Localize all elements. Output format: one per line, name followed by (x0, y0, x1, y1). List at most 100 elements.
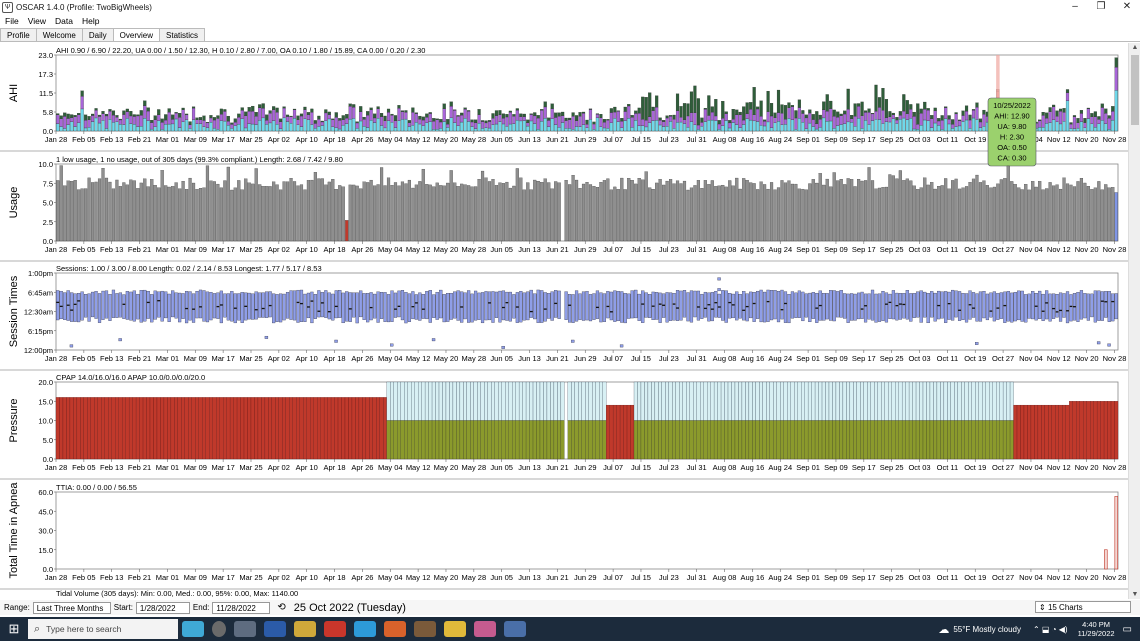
menu-file[interactable]: File (5, 16, 19, 26)
usage-bar (947, 188, 951, 242)
oscar-taskbar-icon[interactable] (504, 621, 526, 637)
tab-overview[interactable]: Overview (112, 28, 161, 41)
reset-icon[interactable]: ⟲ (277, 602, 285, 613)
ahi-oa-bar (376, 106, 380, 110)
ttia-xtick: Feb 05 (72, 573, 95, 582)
app-icon-pink[interactable] (474, 621, 496, 637)
ahi-h-bar (265, 120, 269, 125)
tab-profile[interactable]: Profile (0, 28, 37, 41)
sess-xtick: Aug 08 (713, 354, 737, 363)
menu-data[interactable]: Data (55, 16, 73, 26)
ahi-ua-bar (188, 128, 192, 132)
pressure-apap-range-bar (633, 381, 638, 421)
file-explorer-icon[interactable] (294, 621, 316, 637)
scroll-down-icon[interactable]: ▼ (1130, 591, 1140, 598)
usage-bar (1017, 187, 1021, 242)
ahi-h-bar (494, 115, 499, 125)
notification-icon[interactable]: ▭ (1123, 624, 1132, 635)
ahi-h-bar (122, 114, 126, 125)
session-bar (512, 294, 516, 319)
session-bar (787, 294, 791, 324)
pres-xtick: Feb 05 (72, 463, 95, 472)
tab-daily[interactable]: Daily (81, 28, 114, 41)
pressure-apap-min-bar (982, 420, 986, 460)
sess-xtick: Apr 26 (351, 354, 373, 363)
ahi-h-bar (139, 115, 143, 127)
task-view-icon[interactable] (234, 621, 256, 637)
session-bar (421, 294, 425, 319)
ahi-ua-bar (296, 124, 300, 132)
pressure-cpap-bar (612, 404, 617, 460)
app-icon-red[interactable] (324, 621, 346, 637)
chevron-down-icon: ⇕ (1039, 603, 1048, 612)
tab-statistics[interactable]: Statistics (159, 28, 206, 41)
session-gap (1111, 300, 1115, 303)
pressure-apap-range-bar (929, 381, 934, 421)
ahi-ua-bar (982, 126, 986, 132)
ahi-h-bar (1097, 119, 1101, 124)
vertical-scrollbar[interactable]: ▲ ▼ (1128, 43, 1140, 599)
menu-view[interactable]: View (28, 16, 46, 26)
clock[interactable]: 4:40 PM 11/29/2022 (1078, 620, 1115, 638)
app-icon-orange[interactable] (384, 621, 406, 637)
start-date-field[interactable]: 1/28/2022 (135, 601, 190, 614)
ahi-h-bar (574, 120, 579, 127)
ahi-oa-bar (338, 118, 342, 121)
charts-select[interactable]: ⇕ 15 Charts (1035, 601, 1131, 613)
ahi-oa-bar (606, 119, 610, 121)
session-bar (362, 293, 366, 320)
pressure-cpap-bar (1083, 401, 1087, 460)
scroll-thumb[interactable] (1131, 55, 1139, 125)
session-bar (567, 294, 572, 323)
session-bar (581, 291, 586, 321)
usage-bar (1034, 186, 1038, 242)
ahi-oa-bar (616, 110, 620, 112)
edge-icon[interactable] (354, 621, 376, 637)
ahi-oa-bar (306, 112, 311, 115)
menu-help[interactable]: Help (82, 16, 99, 26)
clock-date: 11/29/2022 (1077, 629, 1115, 638)
ahi-ua-bar (292, 118, 297, 132)
ahi-h-bar (978, 121, 983, 128)
usage-bar (1041, 189, 1045, 242)
app-icon-weather[interactable] (182, 621, 204, 637)
ahi-h-bar (665, 117, 669, 127)
ahi-h-bar (491, 118, 495, 125)
windows-start-icon[interactable]: ⊞ (0, 621, 28, 637)
range-select[interactable]: Last Three Months (32, 601, 111, 614)
scroll-up-icon[interactable]: ▲ (1130, 44, 1140, 51)
tray-icons[interactable]: ⌃ ⬓ ◔ ◀) (1033, 625, 1068, 634)
pressure-apap-range-bar (710, 381, 715, 421)
ahi-oa-bar (185, 113, 189, 115)
ahi-xtick: May 12 (406, 135, 431, 144)
app-icon-brown[interactable] (414, 621, 436, 637)
charts-svg[interactable]: AHI 0.90 / 6.90 / 22.20, UA 0.00 / 1.50 … (0, 43, 1128, 599)
taskbar-search[interactable]: ⌕ Type here to search (28, 619, 178, 639)
end-date-field[interactable]: 11/28/2022 (212, 601, 271, 614)
word-icon[interactable] (264, 621, 286, 637)
ahi-h-bar (153, 119, 157, 127)
overview-charts[interactable]: AHI 0.90 / 6.90 / 22.20, UA 0.00 / 1.50 … (0, 43, 1128, 599)
usage-bar (843, 184, 847, 242)
usage-bar (251, 183, 255, 242)
ahi-h-bar (933, 110, 937, 124)
weather-text[interactable]: 55°F Mostly cloudy (953, 625, 1021, 634)
maximize-button[interactable]: ❐ (1088, 0, 1114, 14)
usage-xtick: Jun 29 (574, 245, 597, 254)
pressure-apap-min-bar (961, 420, 965, 460)
minimize-button[interactable]: – (1062, 0, 1088, 14)
ahi-oa-bar (230, 122, 234, 125)
usage-xtick: Sep 25 (880, 245, 904, 254)
session-bar (571, 294, 575, 323)
ahi-oa-bar (703, 107, 707, 110)
usage-bar (557, 182, 561, 242)
pressure-apap-min-bar (790, 420, 795, 460)
cortana-icon[interactable] (212, 621, 226, 637)
usage-bar (696, 180, 700, 242)
tab-welcome[interactable]: Welcome (35, 28, 83, 41)
chrome-icon[interactable] (444, 621, 466, 637)
ahi-ua-bar (766, 121, 770, 132)
pres-xtick: May 20 (434, 463, 459, 472)
ahi-ua-bar (724, 120, 728, 132)
close-button[interactable]: ✕ (1114, 0, 1140, 14)
